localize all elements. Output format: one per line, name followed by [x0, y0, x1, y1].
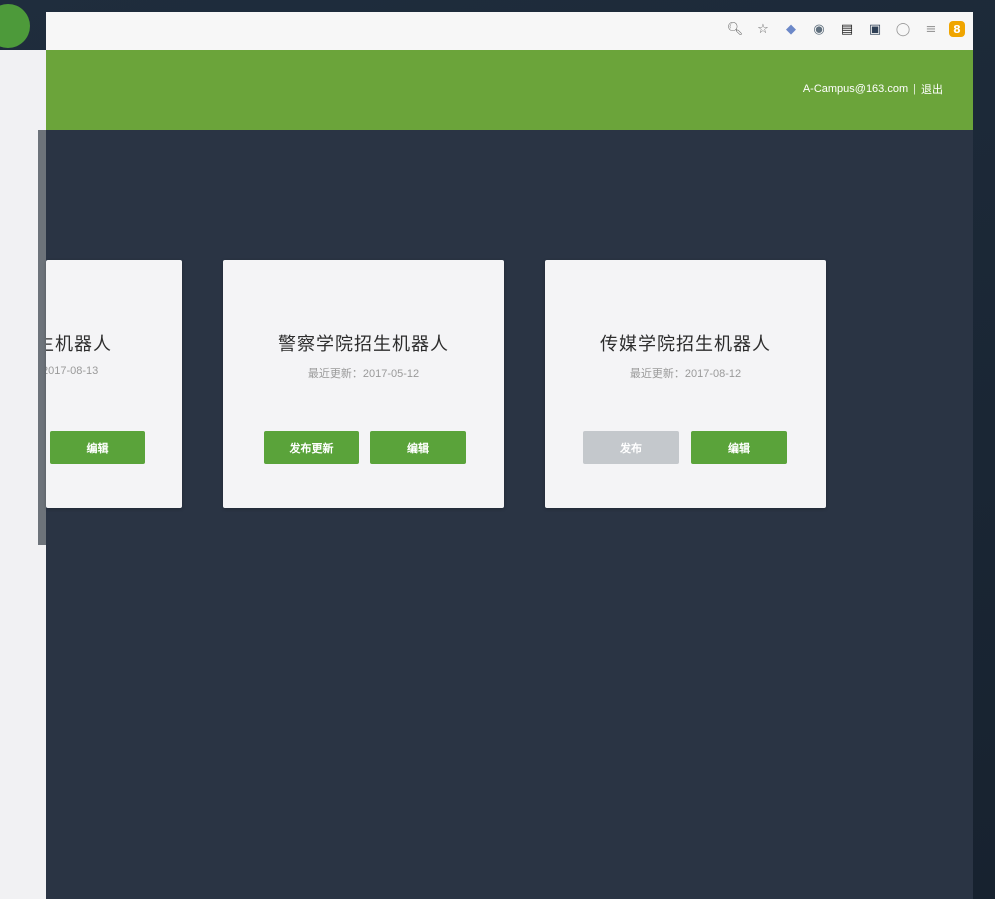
card-title: 警察学院招生机器人: [278, 334, 449, 355]
robot-card-3[interactable]: 传媒学院招生机器人 最近更新：2017-08-12 发布 编辑: [545, 260, 826, 508]
card-updated: 2017-08-13: [46, 365, 99, 377]
logout-link[interactable]: 退出: [921, 81, 943, 97]
edit-button[interactable]: 编辑: [370, 431, 466, 464]
browser-toolbar: 🔍︎ ☆ ◆ ◉ ▤ ▣ ◯ ≡ 8: [46, 12, 973, 50]
edit-button[interactable]: 编辑: [50, 431, 145, 464]
publish-button[interactable]: 发布: [583, 431, 679, 464]
header-divider: |: [913, 83, 916, 95]
card-title: 传媒学院招生机器人: [600, 334, 771, 355]
extension-bars-icon[interactable]: ≡: [921, 19, 941, 39]
publish-update-button[interactable]: 发布更新: [264, 431, 359, 464]
edit-button[interactable]: 编辑: [691, 431, 787, 464]
extension-diamond-icon[interactable]: ◆: [781, 19, 801, 39]
left-panel-shadow: [38, 130, 46, 545]
extension-shield-icon[interactable]: ◯: [893, 19, 913, 39]
app-header: A-Campus@163.com | 退出: [46, 50, 973, 130]
bookmark-star-icon[interactable]: ☆: [753, 19, 773, 39]
zoom-icon[interactable]: 🔍︎: [725, 19, 745, 39]
card-updated: 最近更新：2017-05-12: [307, 368, 420, 380]
card-title: 生机器人: [46, 334, 112, 355]
card-updated: 最近更新：2017-08-12: [629, 368, 742, 380]
extension-note-icon[interactable]: ▣: [865, 19, 885, 39]
robot-card-2[interactable]: 警察学院招生机器人 最近更新：2017-05-12 发布更新 编辑: [223, 260, 504, 508]
main-content: 生机器人 2017-08-13 编辑 警察学院招生机器人 最近更新：2017-0…: [46, 130, 973, 899]
extension-globe-icon[interactable]: ◉: [809, 19, 829, 39]
extension-window-icon[interactable]: ▤: [837, 19, 857, 39]
browser-extension-icons: 🔍︎ ☆ ◆ ◉ ▤ ▣ ◯ ≡ 8: [725, 19, 965, 39]
extension-badge-icon[interactable]: 8: [949, 21, 965, 37]
header-user-area: A-Campus@163.com | 退出: [803, 81, 943, 97]
user-email[interactable]: A-Campus@163.com: [803, 83, 908, 95]
robot-card-1[interactable]: 生机器人 2017-08-13 编辑: [46, 260, 182, 508]
